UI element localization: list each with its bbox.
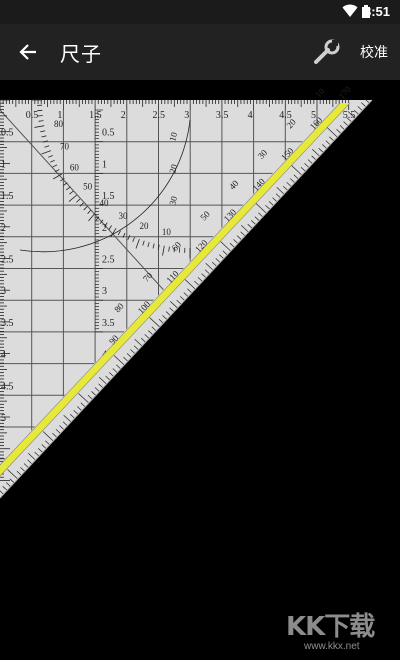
status-bar: 8:51 [0,0,400,24]
left-scale-label: 3 [1,286,6,297]
left-scale-label: 1.5 [1,191,14,202]
left-scale-label: 4 [1,350,6,361]
top-scale-label: 2.5 [153,110,166,121]
wifi-icon [342,4,358,17]
top-scale-label: 4 [248,110,253,121]
diagonal-scale-label: 170 [336,84,353,101]
app-bar: 尺子 校准 [0,24,400,80]
page-title: 尺子 [60,44,102,66]
watermark-logo: KK下载 [286,612,375,642]
protractor-label: 10 [162,227,172,237]
top-scale-label: 0.5 [26,110,39,121]
inner-scale-label: 1 [102,159,107,170]
protractor-label: 30 [119,211,129,221]
ruler-canvas[interactable]: 0.5 1 1.5 2 2.5 3 3.5 4 4.5 5 5.5 0.5 1 1.5 2 2.5 3 3.5 4 4… [0,80,400,660]
inner-scale-label: 0.5 [102,128,115,139]
left-scale-label: 2 [1,223,6,234]
diagonal-inner-label: 10 [313,86,327,100]
watermark: KK下载 www.kkx.net [286,606,396,656]
inner-scale-label: 3 [102,286,107,297]
top-scale-label: 3 [184,110,189,121]
left-scale-label: 2.5 [1,255,14,266]
left-scale-label: 3.5 [1,318,14,329]
watermark-url: www.kkx.net [304,641,360,652]
status-time: 8:51 [363,4,390,19]
protractor-label: 50 [83,181,93,191]
protractor-label: 20 [140,221,150,231]
left-scale-label: 5 [1,413,6,424]
protractor-label: 60 [70,163,80,173]
calibrate-button[interactable]: 校准 [360,42,388,62]
top-scale-label: 2 [121,110,126,121]
arrow-back-icon [19,44,36,60]
top-scale-label: 3.5 [216,110,229,121]
protractor-tick [37,115,43,117]
wrench-icon[interactable] [312,38,342,68]
inner-scale-label: 2.5 [102,255,115,266]
set-square-ruler[interactable]: 0.5 1 1.5 2 2.5 3 3.5 4 4.5 5 5.50.511.522.533.544… [0,80,400,660]
protractor-label: 80 [54,119,64,129]
left-scale-label: 0.5 [1,128,14,139]
protractor-label: 40 [100,198,110,208]
back-button[interactable] [12,36,44,68]
protractor-label: 70 [60,141,70,151]
inner-scale-label: 3.5 [102,318,115,329]
left-scale-label: 4.5 [1,381,14,392]
left-scale-label: 1 [1,159,6,170]
